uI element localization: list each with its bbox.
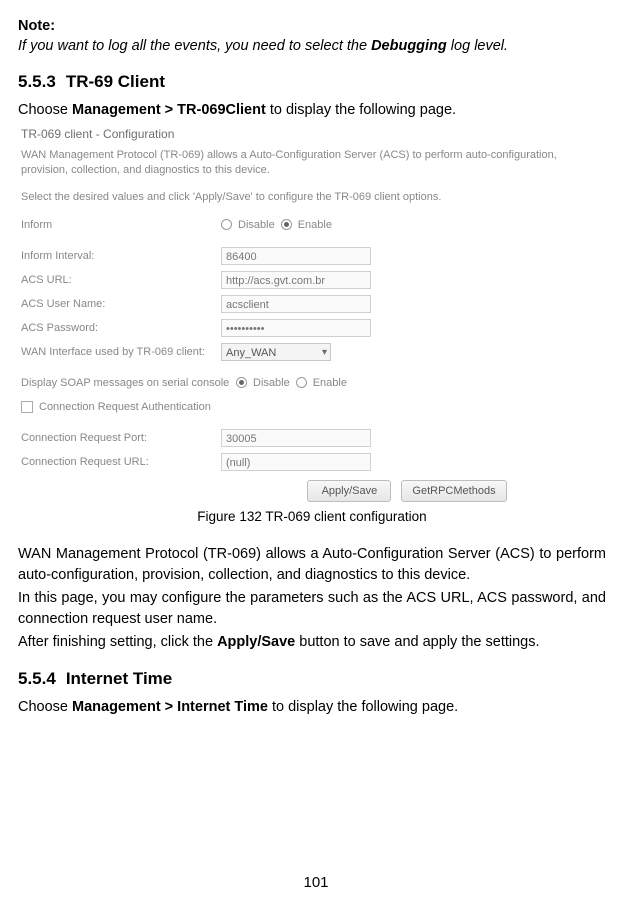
- row-acs-url: ACS URL: http://acs.gvt.com.br: [19, 268, 605, 292]
- note-title: Note:: [18, 18, 606, 34]
- section-553-heading: 5.5.3 TR-69 Client: [18, 72, 606, 92]
- get-rpc-methods-button[interactable]: GetRPCMethods: [401, 480, 506, 502]
- p3-post: button to save and apply the settings.: [295, 634, 539, 650]
- intro554-post: to display the following page.: [268, 699, 458, 715]
- panel-desc: WAN Management Protocol (TR-069) allows …: [19, 147, 605, 179]
- note-body: If you want to log all the events, you n…: [18, 38, 606, 54]
- panel-hint: Select the desired values and click 'App…: [19, 189, 605, 206]
- section-554-heading: 5.5.4 Internet Time: [18, 669, 606, 689]
- section-553-title: TR-69 Client: [66, 72, 165, 91]
- label-interval: Inform Interval:: [21, 250, 221, 262]
- radio-soap-disable-label: Disable: [253, 377, 290, 389]
- label-conn-req-auth: Connection Request Authentication: [39, 401, 211, 413]
- input-acs-user[interactable]: acsclient: [221, 295, 371, 313]
- radio-inform-enable-label: Enable: [298, 219, 332, 231]
- label-acs-user: ACS User Name:: [21, 298, 221, 310]
- row-conn-req-port: Connection Request Port: 30005: [19, 426, 605, 450]
- radio-inform-enable[interactable]: [281, 219, 292, 230]
- radio-inform-disable-label: Disable: [238, 219, 275, 231]
- paragraph-1: WAN Management Protocol (TR-069) allows …: [18, 544, 606, 586]
- intro554-pre: Choose: [18, 699, 72, 715]
- label-inform: Inform: [21, 219, 221, 231]
- input-interval[interactable]: 86400: [221, 247, 371, 265]
- checkbox-conn-req-auth[interactable]: [21, 401, 33, 413]
- p3-bold: Apply/Save: [217, 634, 295, 650]
- input-acs-pass[interactable]: ••••••••••: [221, 319, 371, 337]
- select-wan-if[interactable]: Any_WAN: [221, 343, 331, 361]
- label-conn-req-port: Connection Request Port:: [21, 432, 221, 444]
- paragraph-3: After finishing setting, click the Apply…: [18, 632, 606, 653]
- radio-soap-disable[interactable]: [236, 377, 247, 388]
- row-wan-if: WAN Interface used by TR-069 client: Any…: [19, 340, 605, 364]
- tr069-config-panel: TR-069 client - Configuration WAN Manage…: [18, 124, 606, 505]
- label-conn-req-url: Connection Request URL:: [21, 456, 221, 468]
- apply-save-button[interactable]: Apply/Save: [307, 480, 391, 502]
- row-conn-req-auth: Connection Request Authentication: [19, 398, 605, 416]
- row-conn-req-url: Connection Request URL: (null): [19, 450, 605, 474]
- row-soap: Display SOAP messages on serial console …: [19, 374, 605, 392]
- input-conn-req-url[interactable]: (null): [221, 453, 371, 471]
- radio-soap-enable[interactable]: [296, 377, 307, 388]
- row-acs-user: ACS User Name: acsclient: [19, 292, 605, 316]
- section-554-intro: Choose Management > Internet Time to dis…: [18, 699, 606, 715]
- section-554-num: 5.5.4: [18, 669, 56, 689]
- intro-pre: Choose: [18, 102, 72, 118]
- input-acs-url[interactable]: http://acs.gvt.com.br: [221, 271, 371, 289]
- note-pre: If you want to log all the events, you n…: [18, 38, 371, 54]
- intro-post: to display the following page.: [266, 102, 456, 118]
- figure-caption-132: Figure 132 TR-069 client configuration: [18, 509, 606, 524]
- page-number: 101: [0, 874, 632, 891]
- note-post: log level.: [447, 38, 508, 54]
- button-bar: Apply/Save GetRPCMethods: [209, 474, 605, 504]
- label-soap: Display SOAP messages on serial console: [21, 377, 236, 389]
- intro-bold: Management > TR-069Client: [72, 102, 266, 118]
- label-acs-url: ACS URL:: [21, 274, 221, 286]
- row-inform: Inform Disable Enable: [19, 216, 605, 234]
- label-acs-pass: ACS Password:: [21, 322, 221, 334]
- radio-soap-enable-label: Enable: [313, 377, 347, 389]
- row-interval: Inform Interval: 86400: [19, 244, 605, 268]
- panel-title: TR-069 client - Configuration: [19, 125, 605, 147]
- section-553-num: 5.5.3: [18, 72, 56, 92]
- label-wan-if: WAN Interface used by TR-069 client:: [21, 346, 221, 358]
- note-bold: Debugging: [371, 38, 447, 54]
- input-conn-req-port[interactable]: 30005: [221, 429, 371, 447]
- radio-inform-disable[interactable]: [221, 219, 232, 230]
- section-554-title: Internet Time: [66, 669, 172, 688]
- p3-pre: After finishing setting, click the: [18, 634, 217, 650]
- intro554-bold: Management > Internet Time: [72, 699, 268, 715]
- row-acs-pass: ACS Password: ••••••••••: [19, 316, 605, 340]
- paragraph-2: In this page, you may configure the para…: [18, 588, 606, 630]
- section-553-intro: Choose Management > TR-069Client to disp…: [18, 102, 606, 118]
